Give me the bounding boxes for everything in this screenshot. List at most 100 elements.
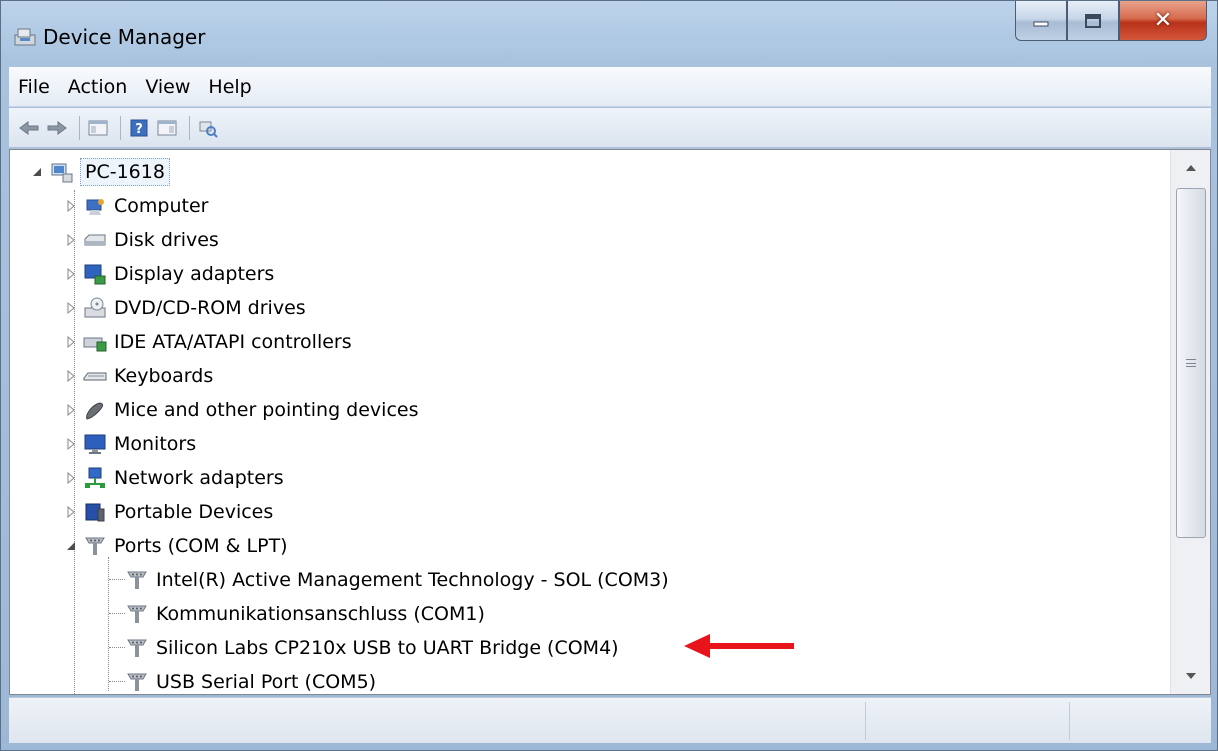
- keyboard-icon: [82, 363, 108, 389]
- expand-triangle-icon[interactable]: [64, 335, 78, 349]
- scroll-thumb[interactable]: [1176, 188, 1206, 538]
- menu-bar: File Action View Help: [9, 67, 1211, 107]
- tree-node-label: Network adapters: [114, 467, 284, 489]
- expand-triangle-icon[interactable]: [64, 437, 78, 451]
- toolbar-separator: [79, 115, 80, 140]
- tree-root-node[interactable]: PC-1618: [30, 156, 170, 188]
- collapse-triangle-icon[interactable]: [30, 165, 44, 179]
- tree-node-label: Kommunikationsanschluss (COM1): [156, 603, 485, 625]
- tree-node-port-com1[interactable]: Kommunikationsanschluss (COM1): [124, 598, 485, 630]
- tree-node-port-com5[interactable]: USB Serial Port (COM5): [124, 666, 377, 694]
- tree-node-computer[interactable]: Computer: [64, 190, 208, 222]
- tree-node-port-com3[interactable]: Intel(R) Active Management Technology - …: [124, 564, 669, 596]
- console-tree-icon: [88, 120, 108, 135]
- tree-node-label: Computer: [114, 195, 209, 217]
- tree-node-label: Intel(R) Active Management Technology - …: [156, 569, 669, 591]
- collapse-triangle-icon[interactable]: [64, 539, 78, 553]
- show-hide-console-tree-button[interactable]: [86, 116, 110, 140]
- tree-node-label: Silicon Labs CP210x USB to UART Bridge (…: [156, 637, 619, 659]
- device-manager-icon: [12, 25, 38, 47]
- menu-file[interactable]: File: [9, 76, 59, 98]
- tree-node-display-adapters[interactable]: Display adapters: [64, 258, 274, 290]
- mouse-icon: [82, 397, 108, 423]
- menu-help[interactable]: Help: [199, 76, 260, 98]
- status-bar-separator: [1069, 702, 1070, 740]
- tree-node-portable-devices[interactable]: Portable Devices: [64, 496, 273, 528]
- show-action-pane-button[interactable]: [155, 116, 179, 140]
- expand-triangle-icon[interactable]: [64, 403, 78, 417]
- computer-icon: [82, 193, 108, 219]
- window-title: Device Manager: [43, 25, 206, 49]
- tree-node-label: Mice and other pointing devices: [114, 399, 419, 421]
- tree-root-label: PC-1618: [80, 158, 170, 186]
- dvd-drive-icon: [82, 295, 108, 321]
- scroll-grip-icon: [1186, 359, 1196, 367]
- expand-triangle-icon[interactable]: [64, 267, 78, 281]
- tree-connector-line: [108, 557, 109, 691]
- device-manager-window: Device Manager ✕ File Action View Help ?…: [0, 0, 1218, 751]
- tree-node-label: USB Serial Port (COM5): [156, 671, 377, 693]
- expand-triangle-icon[interactable]: [64, 369, 78, 383]
- minimize-button[interactable]: [1015, 1, 1067, 41]
- computer-tree-icon: [48, 159, 74, 185]
- tree-node-label: Monitors: [114, 433, 197, 455]
- tree-node-label: DVD/CD-ROM drives: [114, 297, 306, 319]
- tree-node-ports[interactable]: Ports (COM & LPT): [64, 530, 288, 562]
- help-button[interactable]: ?: [127, 116, 151, 140]
- tree-node-label: Display adapters: [114, 263, 275, 285]
- tree-node-monitors[interactable]: Monitors: [64, 428, 196, 460]
- expand-triangle-icon[interactable]: [64, 505, 78, 519]
- status-bar: [9, 697, 1211, 743]
- display-adapter-icon: [82, 261, 108, 287]
- tree-connector-line: [109, 681, 125, 682]
- tree-node-label: Portable Devices: [114, 501, 274, 523]
- tree-node-network-adapters[interactable]: Network adapters: [64, 462, 284, 494]
- toolbar-separator: [120, 115, 121, 140]
- portable-device-icon: [82, 499, 108, 525]
- scroll-up-button[interactable]: [1171, 150, 1210, 186]
- menu-action[interactable]: Action: [59, 76, 137, 98]
- back-arrow-icon: [19, 120, 39, 135]
- tree-node-mice[interactable]: Mice and other pointing devices: [64, 394, 418, 426]
- port-icon: [124, 635, 150, 661]
- expand-triangle-icon[interactable]: [64, 301, 78, 315]
- scroll-down-arrow-icon: [1186, 673, 1196, 679]
- scroll-up-arrow-icon: [1186, 165, 1196, 171]
- tree-node-port-com4[interactable]: Silicon Labs CP210x USB to UART Bridge (…: [124, 632, 619, 664]
- vertical-scrollbar[interactable]: [1170, 150, 1210, 694]
- scan-hardware-button[interactable]: [196, 116, 220, 140]
- expand-triangle-icon[interactable]: [64, 233, 78, 247]
- device-tree-pane[interactable]: PC-1618 Computer Disk drives Display ada…: [9, 149, 1211, 695]
- port-icon: [124, 601, 150, 627]
- port-icon: [124, 669, 150, 694]
- title-bar[interactable]: Device Manager ✕: [1, 1, 1218, 67]
- toolbar: ?: [9, 108, 1211, 148]
- port-icon: [82, 533, 108, 559]
- maximize-icon: [1085, 13, 1101, 28]
- scroll-down-button[interactable]: [1171, 658, 1210, 694]
- tree-node-disk-drives[interactable]: Disk drives: [64, 224, 219, 256]
- expand-triangle-icon[interactable]: [64, 471, 78, 485]
- forward-arrow-icon: [47, 120, 67, 135]
- tree-connector-line: [109, 613, 125, 614]
- tree-connector-line: [109, 579, 125, 580]
- tree-node-label: Keyboards: [114, 365, 214, 387]
- help-icon: ?: [130, 119, 148, 137]
- close-button[interactable]: ✕: [1119, 1, 1207, 41]
- back-button[interactable]: [17, 116, 41, 140]
- scan-hardware-icon: [199, 121, 218, 138]
- forward-button[interactable]: [45, 116, 69, 140]
- minimize-icon: [1033, 21, 1049, 26]
- tree-node-dvd-drives[interactable]: DVD/CD-ROM drives: [64, 292, 306, 324]
- tree-node-keyboards[interactable]: Keyboards: [64, 360, 213, 392]
- tree-node-ide-controllers[interactable]: IDE ATA/ATAPI controllers: [64, 326, 352, 358]
- menu-view[interactable]: View: [136, 76, 199, 98]
- device-tree: PC-1618 Computer Disk drives Display ada…: [10, 150, 1170, 694]
- expand-triangle-icon[interactable]: [64, 199, 78, 213]
- network-adapter-icon: [82, 465, 108, 491]
- tree-connector-line: [109, 647, 125, 648]
- close-icon: ✕: [1153, 8, 1173, 33]
- toolbar-separator: [189, 115, 190, 140]
- port-icon: [124, 567, 150, 593]
- maximize-button[interactable]: [1067, 1, 1119, 41]
